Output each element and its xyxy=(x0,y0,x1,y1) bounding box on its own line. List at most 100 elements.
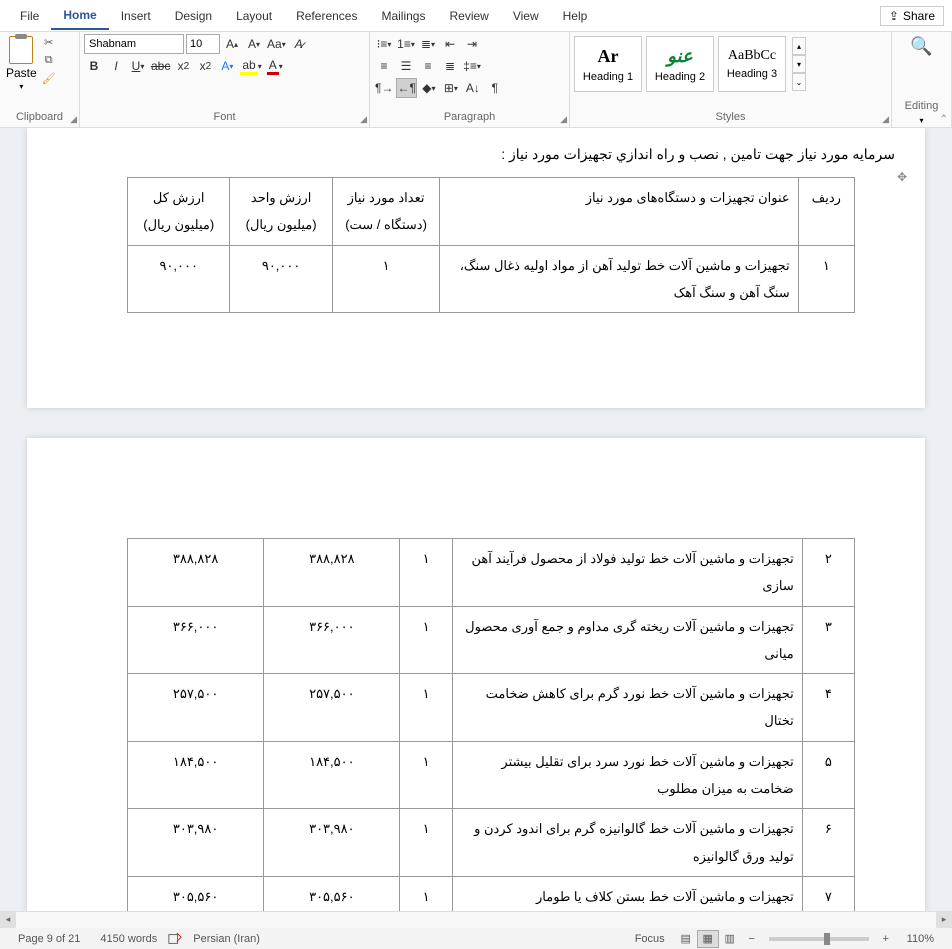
line-spacing-button[interactable]: ‡≡▾ xyxy=(462,56,482,76)
cell-n[interactable]: ۳ xyxy=(802,606,854,674)
styles-dialog-launcher[interactable]: ◢ xyxy=(882,114,889,125)
styles-up-button[interactable]: ▴ xyxy=(792,37,806,55)
clipboard-dialog-launcher[interactable]: ◢ xyxy=(70,114,77,125)
tab-view[interactable]: View xyxy=(501,3,551,29)
font-color-button[interactable]: A▾ xyxy=(265,56,285,76)
scroll-track[interactable] xyxy=(16,912,936,928)
cell-total[interactable]: ۲۵۷,۵۰۰ xyxy=(128,674,264,742)
rtl-button[interactable]: ←¶ xyxy=(396,78,416,98)
tab-home[interactable]: Home xyxy=(51,2,108,30)
strikethrough-button[interactable]: abc xyxy=(150,56,171,76)
share-button[interactable]: ⇪ Share xyxy=(880,6,944,26)
bold-button[interactable]: B xyxy=(84,56,104,76)
cell-qty[interactable]: ۱ xyxy=(400,539,452,607)
clear-formatting-button[interactable]: A̷ xyxy=(289,34,309,54)
align-center-button[interactable]: ☰ xyxy=(396,56,416,76)
grow-font-button[interactable]: A▴ xyxy=(222,34,242,54)
cell-qty[interactable]: ۱ xyxy=(400,674,452,742)
shading-button[interactable]: ◆▾ xyxy=(419,78,439,98)
format-painter-icon[interactable]: 🖌 xyxy=(41,70,57,86)
table-anchor-icon[interactable]: ✥ xyxy=(897,170,907,184)
cell-unit[interactable]: ۳۰۳,۹۸۰ xyxy=(264,809,400,877)
zoom-slider[interactable] xyxy=(769,937,869,941)
underline-button[interactable]: U▾ xyxy=(128,56,148,76)
cell-n[interactable]: ۵ xyxy=(802,741,854,809)
cell-qty[interactable]: ۱ xyxy=(400,741,452,809)
cell-desc[interactable]: تجهیزات و ماشین آلات خط بستن کلاف یا طوم… xyxy=(452,876,802,911)
cell-total[interactable]: ۳۶۶,۰۰۰ xyxy=(128,606,264,674)
zoom-out-button[interactable]: − xyxy=(741,930,763,948)
style-heading1[interactable]: Ar Heading 1 xyxy=(574,36,642,92)
copy-icon[interactable]: ⧉ xyxy=(41,52,57,68)
tab-help[interactable]: Help xyxy=(551,3,600,29)
increase-indent-button[interactable]: ⇥ xyxy=(462,34,482,54)
cell-n[interactable]: ۶ xyxy=(802,809,854,877)
spellcheck-icon[interactable] xyxy=(167,931,183,947)
cell-unit[interactable]: ۳۶۶,۰۰۰ xyxy=(264,606,400,674)
show-marks-button[interactable]: ¶ xyxy=(485,78,505,98)
cell-n[interactable]: ۴ xyxy=(802,674,854,742)
styles-down-button[interactable]: ▾ xyxy=(792,55,806,73)
cell-total[interactable]: ۹۰,۰۰۰ xyxy=(128,245,230,313)
cell-total[interactable]: ۳۸۸,۸۲۸ xyxy=(128,539,264,607)
scroll-right-button[interactable]: ▸ xyxy=(936,912,952,928)
paste-button[interactable]: Paste ▾ xyxy=(4,34,39,93)
cell-n[interactable]: ۷ xyxy=(802,876,854,911)
bullets-button[interactable]: ⁝≡▾ xyxy=(374,34,394,54)
cell-desc[interactable]: تجهیزات و ماشین آلات خط نورد گرم برای کا… xyxy=(452,674,802,742)
subscript-button[interactable]: x2 xyxy=(173,56,193,76)
cell-n[interactable]: ۲ xyxy=(802,539,854,607)
cell-unit[interactable]: ۲۵۷,۵۰۰ xyxy=(264,674,400,742)
font-size-input[interactable] xyxy=(186,34,220,54)
read-mode-button[interactable]: ▤ xyxy=(675,930,697,948)
cell-total[interactable]: ۳۰۵,۵۶۰ xyxy=(128,876,264,911)
document-area[interactable]: ✥ سرمايه مورد نياز جهت تامين , نصب و راه… xyxy=(0,128,952,911)
align-right-button[interactable]: ≡ xyxy=(418,56,438,76)
zoom-in-button[interactable]: + xyxy=(875,930,897,948)
cell-desc[interactable]: تجهیزات و ماشین آلات خط تولید فولاد از م… xyxy=(452,539,802,607)
styles-more-button[interactable]: ⌄ xyxy=(792,73,806,91)
cell-unit[interactable]: ۹۰,۰۰۰ xyxy=(230,245,332,313)
borders-button[interactable]: ⊞▾ xyxy=(441,78,461,98)
superscript-button[interactable]: x2 xyxy=(195,56,215,76)
collapse-ribbon-button[interactable]: ⌃ xyxy=(940,114,948,125)
justify-button[interactable]: ≣ xyxy=(440,56,460,76)
tab-references[interactable]: References xyxy=(284,3,369,29)
tab-mailings[interactable]: Mailings xyxy=(369,3,437,29)
cell-desc[interactable]: تجهیزات و ماشین آلات خط تولید آهن از موا… xyxy=(440,245,798,313)
web-layout-button[interactable]: ▥ xyxy=(719,930,741,948)
numbering-button[interactable]: 1≡▾ xyxy=(396,34,416,54)
tab-layout[interactable]: Layout xyxy=(224,3,284,29)
italic-button[interactable]: I xyxy=(106,56,126,76)
font-dialog-launcher[interactable]: ◢ xyxy=(360,114,367,125)
tab-file[interactable]: File xyxy=(8,3,51,29)
change-case-button[interactable]: Aa▾ xyxy=(266,34,287,54)
cell-qty[interactable]: ۱ xyxy=(332,245,440,313)
paragraph-dialog-launcher[interactable]: ◢ xyxy=(560,114,567,125)
cell-total[interactable]: ۳۰۳,۹۸۰ xyxy=(128,809,264,877)
print-layout-button[interactable]: ▦ xyxy=(697,930,719,948)
sort-button[interactable]: A↓ xyxy=(463,78,483,98)
cell-unit[interactable]: ۱۸۴,۵۰۰ xyxy=(264,741,400,809)
scroll-left-button[interactable]: ◂ xyxy=(0,912,16,928)
cell-desc[interactable]: تجهیزات و ماشین آلات ریخته گری مداوم و ج… xyxy=(452,606,802,674)
cell-desc[interactable]: تجهیزات و ماشین آلات خط گالوانیزه گرم بر… xyxy=(452,809,802,877)
tab-insert[interactable]: Insert xyxy=(109,3,163,29)
ltr-button[interactable]: ¶→ xyxy=(374,78,394,98)
cut-icon[interactable]: ✂ xyxy=(41,34,57,50)
style-heading2[interactable]: عنو Heading 2 xyxy=(646,36,714,92)
cell-qty[interactable]: ۱ xyxy=(400,876,452,911)
cell-qty[interactable]: ۱ xyxy=(400,809,452,877)
align-left-button[interactable]: ≡ xyxy=(374,56,394,76)
font-name-input[interactable] xyxy=(84,34,184,54)
multilevel-button[interactable]: ≣▾ xyxy=(418,34,438,54)
horizontal-scrollbar[interactable]: ◂ ▸ xyxy=(0,911,952,927)
tab-review[interactable]: Review xyxy=(437,3,500,29)
cell-n[interactable]: ۱ xyxy=(798,245,854,313)
highlight-button[interactable]: ab▾ xyxy=(239,56,262,76)
decrease-indent-button[interactable]: ⇤ xyxy=(440,34,460,54)
cell-qty[interactable]: ۱ xyxy=(400,606,452,674)
shrink-font-button[interactable]: A▾ xyxy=(244,34,264,54)
text-effects-button[interactable]: A▾ xyxy=(217,56,237,76)
chevron-down-icon[interactable]: ▾ xyxy=(919,116,923,125)
